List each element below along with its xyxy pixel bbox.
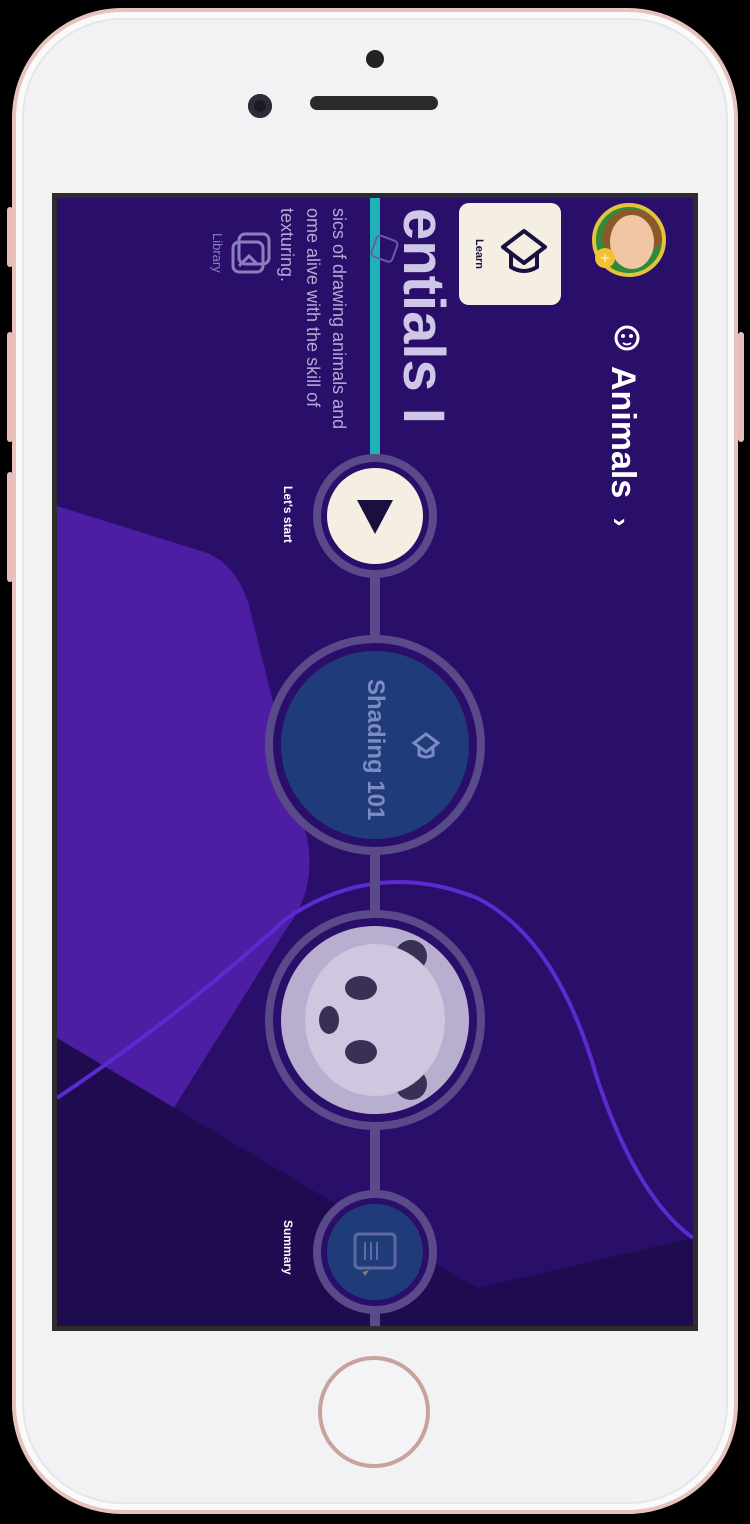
- chevron-down-icon: ›: [606, 517, 636, 527]
- image-gallery-icon: [231, 232, 271, 274]
- earpiece-speaker: [310, 96, 438, 110]
- course-description: sics of drawing animals and ome alive wi…: [277, 208, 349, 430]
- topic-label: Animals: [604, 366, 642, 499]
- lesson-label: Shading 101: [362, 679, 389, 821]
- volume-down-button: [7, 472, 13, 582]
- power-button: [738, 332, 744, 442]
- summary-icon: [353, 1232, 397, 1276]
- app-screen: Animals › Learn + entials I sics of draw…: [52, 193, 698, 1331]
- home-button[interactable]: [318, 1356, 430, 1468]
- graduation-cap-icon: [501, 229, 547, 273]
- plus-badge-icon: +: [595, 248, 615, 268]
- lesson-node-panda[interactable]: [265, 910, 485, 1130]
- library-button[interactable]: [229, 228, 279, 278]
- topic-selector[interactable]: Animals ›: [603, 366, 642, 526]
- start-label: Let's start: [281, 486, 295, 543]
- mute-switch: [7, 207, 13, 267]
- graduation-cap-icon: [411, 732, 441, 759]
- play-button[interactable]: [327, 468, 423, 564]
- start-node[interactable]: [313, 454, 437, 578]
- animal-face-icon: [612, 323, 642, 353]
- learn-button[interactable]: Learn: [459, 203, 561, 305]
- volume-up-button: [7, 332, 13, 442]
- front-camera: [248, 94, 272, 118]
- learn-label: Learn: [473, 239, 485, 269]
- panda-image: [281, 926, 469, 1114]
- proximity-sensor: [366, 50, 384, 68]
- summary-node[interactable]: [313, 1190, 437, 1314]
- brush-icon: [365, 230, 405, 270]
- library-label: Library: [210, 233, 225, 273]
- play-icon: [357, 500, 393, 534]
- lesson-node-shading[interactable]: Shading 101: [265, 635, 485, 855]
- summary-label: Summary: [281, 1220, 295, 1275]
